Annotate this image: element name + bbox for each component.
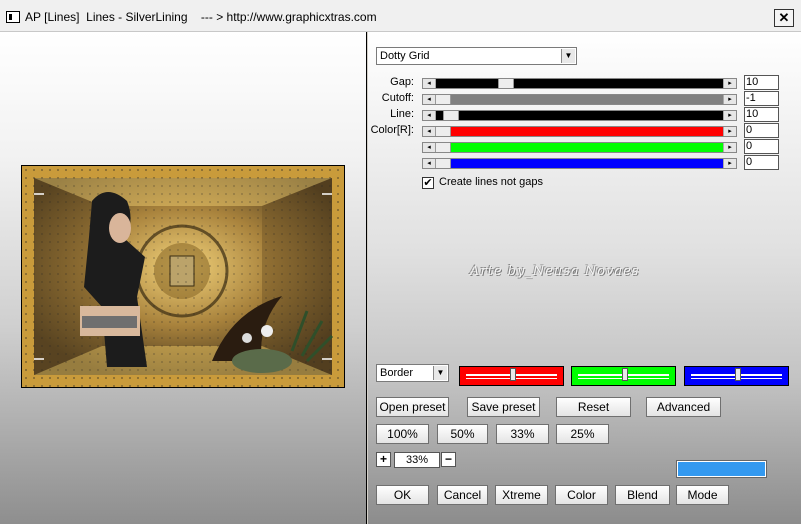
arrow-left-icon[interactable]: ◂ <box>423 111 436 120</box>
slider-track[interactable]: ◂ ▸ <box>422 142 737 153</box>
slider-fill <box>435 159 724 168</box>
slider-track[interactable]: ◂ ▸ <box>422 94 737 105</box>
advanced-button[interactable]: Advanced <box>646 397 721 417</box>
arrow-right-icon[interactable]: ▸ <box>723 143 736 152</box>
mini-slider-knob[interactable] <box>734 368 741 381</box>
title-bar: AP [Lines] Lines - SilverLining --- > ht… <box>0 0 801 32</box>
pattern-select-value: Dotty Grid <box>380 50 430 62</box>
slider-thumb[interactable] <box>435 159 451 168</box>
zoom-50-button[interactable]: 50% <box>437 424 488 444</box>
close-button[interactable]: ✕ <box>774 9 794 27</box>
color-mini-slider[interactable] <box>571 366 676 386</box>
border-select-value: Border <box>380 367 414 379</box>
arrow-right-icon[interactable]: ▸ <box>723 95 736 104</box>
mini-slider-knob[interactable] <box>621 368 628 381</box>
slider-thumb[interactable] <box>435 143 451 152</box>
save-preset-button[interactable]: Save preset <box>467 397 540 417</box>
slider-thumb[interactable] <box>443 111 460 120</box>
slider-label: Gap: <box>390 76 414 88</box>
zoom-out-button[interactable]: − <box>441 452 456 467</box>
create-lines-label: Create lines not gaps <box>439 176 543 188</box>
slider-fill <box>435 79 724 88</box>
slider-value-field[interactable]: 0 <box>744 139 779 154</box>
zoom-25-button[interactable]: 25% <box>556 424 609 444</box>
slider-value-field[interactable]: 0 <box>744 155 779 170</box>
slider-fill <box>435 143 724 152</box>
slider-track[interactable]: ◂ ▸ <box>422 158 737 169</box>
preview-pane <box>0 32 367 524</box>
chevron-down-icon[interactable]: ▼ <box>433 366 447 380</box>
color-swatch[interactable] <box>676 460 767 478</box>
mode-button[interactable]: Mode <box>676 485 729 505</box>
border-select[interactable]: Border ▼ <box>376 364 449 382</box>
slider-fill <box>435 127 724 136</box>
slider-thumb[interactable] <box>498 79 515 88</box>
slider-label: Cutoff: <box>381 92 414 104</box>
ok-button[interactable]: OK <box>376 485 429 505</box>
checkmark-icon: ✔ <box>423 177 433 189</box>
zoom-value-field[interactable]: 33% <box>394 452 440 468</box>
arrow-right-icon[interactable]: ▸ <box>723 111 736 120</box>
slider-value-field[interactable]: 10 <box>744 75 779 90</box>
slider-track[interactable]: ◂ ▸ <box>422 78 737 89</box>
slider-value-field[interactable]: 0 <box>744 123 779 138</box>
slider-fill <box>435 95 724 104</box>
color-mini-slider[interactable] <box>459 366 564 386</box>
arrow-left-icon[interactable]: ◂ <box>423 79 436 88</box>
slider-label: Color[R]: <box>370 124 414 136</box>
arrow-right-icon[interactable]: ▸ <box>723 79 736 88</box>
slider-track[interactable]: ◂ ▸ <box>422 110 737 121</box>
slider-value-field[interactable]: 10 <box>744 107 779 122</box>
zoom-100-button[interactable]: 100% <box>376 424 429 444</box>
mini-slider-knob[interactable] <box>509 368 516 381</box>
zoom-33-button[interactable]: 33% <box>496 424 549 444</box>
cancel-button[interactable]: Cancel <box>437 485 488 505</box>
watermark-signature: Arte by_Neusa Novaes <box>470 264 640 279</box>
reset-button[interactable]: Reset <box>556 397 631 417</box>
filter-app-icon <box>6 11 20 23</box>
arrow-right-icon[interactable]: ▸ <box>723 127 736 136</box>
slider-fill <box>435 111 724 120</box>
open-preset-button[interactable]: Open preset <box>376 397 449 417</box>
window-title: AP [Lines] Lines - SilverLining --- > ht… <box>25 10 377 24</box>
slider-thumb[interactable] <box>435 95 451 104</box>
preview-artwork <box>22 166 344 387</box>
slider-value-field[interactable]: -1 <box>744 91 779 106</box>
pattern-select[interactable]: Dotty Grid ▼ <box>376 47 577 65</box>
slider-track[interactable]: ◂ ▸ <box>422 126 737 137</box>
color-button[interactable]: Color <box>555 485 608 505</box>
create-lines-checkbox[interactable]: ✔ <box>422 177 434 189</box>
blend-button[interactable]: Blend <box>615 485 670 505</box>
slider-label: Line: <box>390 108 414 120</box>
color-mini-slider[interactable] <box>684 366 789 386</box>
xtreme-button[interactable]: Xtreme <box>495 485 548 505</box>
preview-image[interactable] <box>21 165 345 388</box>
arrow-right-icon[interactable]: ▸ <box>723 159 736 168</box>
zoom-in-button[interactable]: + <box>376 452 391 467</box>
slider-thumb[interactable] <box>435 127 451 136</box>
chevron-down-icon[interactable]: ▼ <box>561 49 575 63</box>
